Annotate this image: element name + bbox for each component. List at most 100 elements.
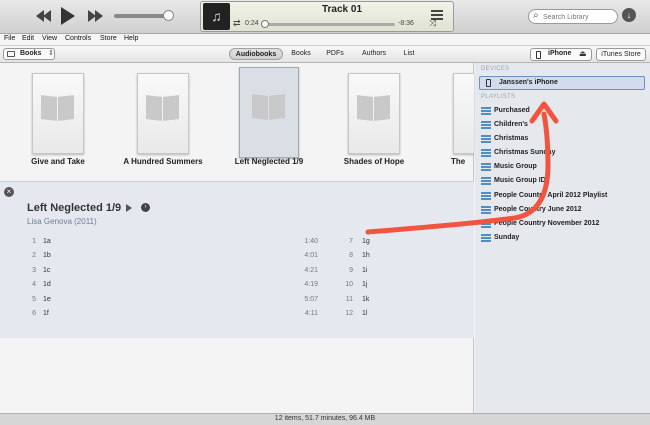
playlist-icon (481, 192, 491, 200)
previous-button[interactable] (36, 8, 54, 24)
sidebar-item-playlist[interactable]: Music Group ID (479, 175, 645, 188)
playlist-icon (481, 107, 491, 115)
menu-bar: File Edit View Controls Store Help (0, 34, 650, 46)
devices-header: DEVICES (481, 66, 510, 72)
book-title[interactable]: A Hundred Summers (108, 157, 218, 166)
sidebar-item-playlist[interactable]: People Country November 2012 (479, 218, 645, 231)
tab-authors[interactable]: Authors (355, 48, 393, 60)
tab-books[interactable]: Books (286, 48, 316, 60)
playlist-label: People Country June 2012 (494, 206, 582, 213)
book-title[interactable]: Shades of Hope (319, 157, 429, 166)
track-row[interactable]: 2 1b 4:01 8 1h (0, 252, 474, 266)
track-title: Track 01 (321, 4, 363, 15)
track-name: 1i (362, 267, 368, 274)
music-note-icon: ♫ (203, 3, 230, 30)
playlist-label: Christmas Sunday (494, 149, 556, 156)
search-box[interactable]: ⌕ (528, 9, 618, 24)
track-name: 1c (43, 267, 51, 274)
playlist-label: People Country April 2012 Playlist (494, 192, 608, 199)
iphone-icon (486, 79, 491, 87)
play-icon (61, 7, 75, 25)
tab-audiobooks[interactable]: Audiobooks (229, 48, 283, 60)
playlist-icon (481, 163, 491, 171)
book-cover-selected[interactable] (239, 67, 299, 158)
track-row[interactable]: 1 1a 1:40 7 1g (0, 238, 474, 252)
book-cover[interactable] (32, 73, 84, 154)
itunes-store-button[interactable]: iTunes Store (596, 48, 646, 61)
play-icon[interactable] (126, 204, 132, 212)
playlist-label: Music Group (494, 163, 537, 170)
track-number: 10 (345, 281, 353, 288)
playlist-icon (481, 234, 491, 242)
playlist-icon (481, 135, 491, 143)
menu-edit[interactable]: Edit (22, 35, 34, 42)
track-name: 1g (362, 238, 370, 245)
sidebar-item-playlist[interactable]: Children's (479, 119, 645, 132)
menu-view[interactable]: View (42, 35, 57, 42)
download-icon[interactable]: ↓ (622, 8, 636, 22)
book-detail-panel: × Left Neglected 1/9 › Lisa Genova (2011… (0, 181, 474, 338)
book-icon (41, 95, 75, 122)
close-icon[interactable]: × (4, 187, 14, 197)
now-playing-display: ♫ Track 01 ⇄ 0:24 -8:36 ⤨ (200, 1, 454, 32)
track-number: 5 (32, 296, 36, 303)
progress-bar[interactable] (261, 23, 395, 26)
book-title-selected[interactable]: Left Neglected 1/9 (214, 157, 324, 166)
arrow-circle-icon[interactable]: › (141, 203, 150, 212)
book-cover[interactable] (453, 73, 474, 154)
playlist-icon (481, 220, 491, 228)
menu-controls[interactable]: Controls (65, 35, 91, 42)
device-name: Janssen's iPhone (499, 79, 558, 86)
iphone-device-button[interactable]: iPhone ⏏ (530, 48, 592, 61)
sidebar-item-playlist[interactable]: Christmas Sunday (479, 147, 645, 160)
track-number: 8 (349, 252, 353, 259)
track-name: 1b (43, 252, 51, 259)
sidebar-item-playlist[interactable]: Purchased (479, 105, 645, 118)
menu-file[interactable]: File (4, 35, 15, 42)
track-name: 1k (362, 296, 370, 303)
volume-knob[interactable] (163, 10, 174, 21)
play-button[interactable] (60, 6, 76, 26)
track-row[interactable]: 5 1e 5:07 11 1k (0, 296, 474, 310)
track-number: 11 (345, 296, 353, 303)
playlist-icon (481, 121, 491, 129)
tab-list[interactable]: List (398, 48, 420, 60)
playlists-header: PLAYLISTS (481, 94, 516, 100)
library-selector[interactable]: Books ⇕ (3, 48, 55, 60)
time-elapsed: 0:24 (245, 20, 259, 27)
library-toolbar: Books ⇕ Audiobooks Books PDFs Authors Li… (0, 46, 650, 63)
track-name: 1h (362, 252, 370, 259)
search-input[interactable] (543, 11, 615, 23)
detail-author: Lisa Genova (2011) (27, 217, 97, 226)
book-title[interactable]: The (451, 157, 474, 166)
player-bar: ♫ Track 01 ⇄ 0:24 -8:36 ⤨ ⌕ ↓ (0, 0, 650, 34)
repeat-icon[interactable]: ⇄ (233, 18, 241, 29)
tab-pdfs[interactable]: PDFs (322, 48, 348, 60)
book-title[interactable]: Give and Take (3, 157, 113, 166)
next-button[interactable] (88, 8, 106, 24)
list-view-icon[interactable] (431, 10, 443, 20)
sidebar-item-playlist[interactable]: Music Group (479, 161, 645, 174)
chevron-updown-icon: ⇕ (48, 50, 54, 57)
sidebar-item-playlist[interactable]: People Country April 2012 Playlist (479, 190, 645, 203)
detail-title: Left Neglected 1/9 (27, 202, 122, 214)
track-row[interactable]: 6 1f 4:11 12 1l (0, 310, 474, 324)
iphone-icon (536, 51, 541, 59)
sidebar-item-playlist[interactable]: Christmas (479, 133, 645, 146)
menu-help[interactable]: Help (124, 35, 138, 42)
track-row[interactable]: 3 1c 4:21 9 1i (0, 267, 474, 281)
sidebar-item-playlist[interactable]: Sunday (479, 232, 645, 245)
book-cover[interactable] (137, 73, 189, 154)
track-row[interactable]: 4 1d 4:19 10 1j (0, 281, 474, 295)
audiobook-grid: Give and Take A Hundred Summers Left Neg… (0, 63, 474, 413)
volume-slider[interactable] (114, 14, 170, 18)
eject-icon[interactable]: ⏏ (579, 49, 587, 58)
sidebar-item-playlist[interactable]: People Country June 2012 (479, 204, 645, 217)
playlist-icon (481, 206, 491, 214)
progress-knob[interactable] (261, 20, 269, 28)
menu-store[interactable]: Store (100, 35, 117, 42)
track-time: 4:11 (304, 310, 318, 317)
track-name: 1f (43, 310, 49, 317)
sidebar-item-device[interactable]: Janssen's iPhone (479, 76, 645, 90)
book-cover[interactable] (348, 73, 400, 154)
